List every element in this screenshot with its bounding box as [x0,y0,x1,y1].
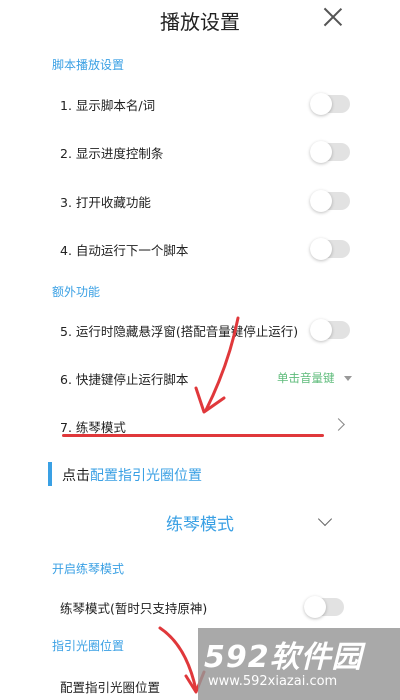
toggle-switch[interactable] [310,93,350,115]
setting-label: 6. 快捷键停止运行脚本 [60,372,189,387]
close-icon[interactable] [320,4,346,30]
configure-ring-link[interactable]: 配置指引光圈位置 [90,468,202,484]
section-header-ring-position: 指引光圈位置 [52,639,125,653]
toggle-switch[interactable] [304,596,344,618]
header: 播放设置 [0,0,400,36]
hint-text: 点击配置指引光圈位置 [62,465,202,485]
watermark-url: www.592xiazai.com [208,674,338,689]
setting-row-practice-mode[interactable]: 7. 练琴模式 [0,410,400,442]
toggle-switch[interactable] [310,190,350,212]
toggle-knob [310,190,332,212]
setting-row-practice-toggle: 练琴模式(暂时只支持原神) [0,591,400,623]
hint-prefix: 点击 [62,468,90,484]
toggle-switch[interactable] [310,319,350,341]
chevron-right-icon[interactable] [332,418,345,431]
watermark-logo: 592软件园 [204,640,363,672]
setting-label: 2. 显示进度控制条 [60,146,164,161]
setting-label: 3. 打开收藏功能 [60,195,151,210]
section-header-extra: 额外功能 [52,285,101,299]
hint-accent-bar [48,462,52,486]
toggle-switch[interactable] [310,141,350,163]
shortcut-dropdown-value[interactable]: 单击音量键 [277,370,335,386]
setting-row-show-script-name: 1. 显示脚本名/词 [0,88,400,120]
toggle-switch[interactable] [310,238,350,260]
section-header-script: 脚本播放设置 [52,58,125,72]
toggle-knob [304,596,326,618]
toggle-knob [310,93,332,115]
setting-row-shortcut-stop[interactable]: 6. 快捷键停止运行脚本 单击音量键 [0,362,400,394]
caret-down-icon[interactable] [344,376,352,381]
section-header-open-practice: 开启练琴模式 [52,562,125,576]
setting-label: 4. 自动运行下一个脚本 [60,243,189,258]
setting-row-favorites: 3. 打开收藏功能 [0,185,400,217]
setting-label: 练琴模式(暂时只支持原神) [60,601,208,616]
toggle-knob [310,141,332,163]
setting-row-auto-next: 4. 自动运行下一个脚本 [0,233,400,265]
toggle-knob [310,238,332,260]
annotation-underline [62,434,324,437]
setting-label: 5. 运行时隐藏悬浮窗(搭配音量键停止运行) [60,324,299,339]
setting-label: 1. 显示脚本名/词 [60,98,156,113]
toggle-knob [310,319,332,341]
practice-mode-title: 练琴模式 [166,515,234,535]
setting-row-progress-bar: 2. 显示进度控制条 [0,136,400,168]
setting-label: 配置指引光圈位置 [60,680,161,695]
setting-row-hide-floating-window: 5. 运行时隐藏悬浮窗(搭配音量键停止运行) [0,314,400,346]
watermark: 592软件园 www.592xiazai.com [198,628,400,700]
